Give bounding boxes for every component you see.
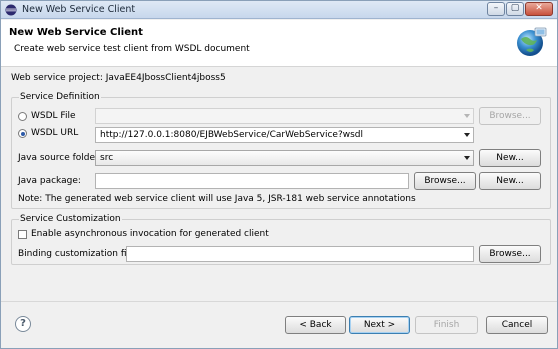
java5-note: Note: The generated web service client w… xyxy=(18,194,416,204)
java-package-browse-button[interactable]: Browse... xyxy=(414,172,476,190)
java-package-label: Java package: xyxy=(18,176,81,186)
minimize-button[interactable]: – xyxy=(487,2,505,16)
java-package-input[interactable] xyxy=(95,173,409,189)
chevron-down-icon xyxy=(464,133,470,137)
chevron-down-icon xyxy=(464,156,470,160)
service-customization-group: Service Customization Enable asynchronou… xyxy=(11,214,551,265)
wizard-description: Create web service test client from WSDL… xyxy=(14,44,250,54)
binding-file-input[interactable] xyxy=(126,246,474,262)
service-definition-title: Service Definition xyxy=(19,92,101,102)
binding-file-browse-button[interactable]: Browse... xyxy=(479,245,541,263)
wsdl-url-label: WSDL URL xyxy=(31,128,79,138)
source-folder-combo[interactable]: src xyxy=(95,150,474,166)
wizard-header: New Web Service Client Create web servic… xyxy=(1,20,557,67)
maximize-button[interactable]: ▢ xyxy=(506,2,524,16)
back-button[interactable]: < Back xyxy=(285,316,346,334)
wsdl-file-radio[interactable] xyxy=(18,112,27,121)
async-invocation-label: Enable asynchronous invocation for gener… xyxy=(31,229,269,239)
wizard-title: New Web Service Client xyxy=(9,27,143,38)
wsdl-file-label: WSDL File xyxy=(31,111,76,121)
web-service-project-label: Web service project: JavaEE4JbossClient4… xyxy=(11,73,226,83)
finish-button[interactable]: Finish xyxy=(415,316,478,334)
async-invocation-checkbox[interactable] xyxy=(18,230,27,239)
web-service-globe-icon xyxy=(517,27,547,56)
cancel-button[interactable]: Cancel xyxy=(486,316,548,334)
chevron-down-icon xyxy=(464,114,470,118)
java-package-new-button[interactable]: New... xyxy=(479,172,541,190)
eclipse-icon xyxy=(5,4,17,16)
dialog-window: New Web Service Client – ▢ ✕ New Web Ser… xyxy=(0,0,558,349)
help-icon[interactable]: ? xyxy=(15,316,31,332)
window-title: New Web Service Client xyxy=(22,4,136,15)
close-button[interactable]: ✕ xyxy=(525,2,553,16)
title-bar: New Web Service Client – ▢ ✕ xyxy=(1,1,557,19)
wsdl-url-combo[interactable]: http://127.0.0.1:8080/EJBWebService/CarW… xyxy=(95,127,474,143)
footer-separator xyxy=(1,301,557,302)
wsdl-file-browse-button[interactable]: Browse... xyxy=(479,107,541,125)
next-button[interactable]: Next > xyxy=(349,316,410,334)
wsdl-url-value: http://127.0.0.1:8080/EJBWebService/CarW… xyxy=(100,130,364,140)
service-customization-title: Service Customization xyxy=(19,214,122,224)
source-folder-label: Java source folder: xyxy=(18,153,102,163)
close-icon: ✕ xyxy=(535,3,543,13)
maximize-icon: ▢ xyxy=(510,3,520,13)
service-definition-group: Service Definition WSDL File Browse... W… xyxy=(11,92,551,209)
wsdl-url-radio[interactable] xyxy=(18,129,27,138)
source-folder-value: src xyxy=(100,153,114,163)
wsdl-file-combo[interactable] xyxy=(95,108,474,124)
source-folder-new-button[interactable]: New... xyxy=(479,149,541,167)
minimize-icon: – xyxy=(493,3,499,13)
binding-file-label: Binding customization file: xyxy=(18,249,138,259)
